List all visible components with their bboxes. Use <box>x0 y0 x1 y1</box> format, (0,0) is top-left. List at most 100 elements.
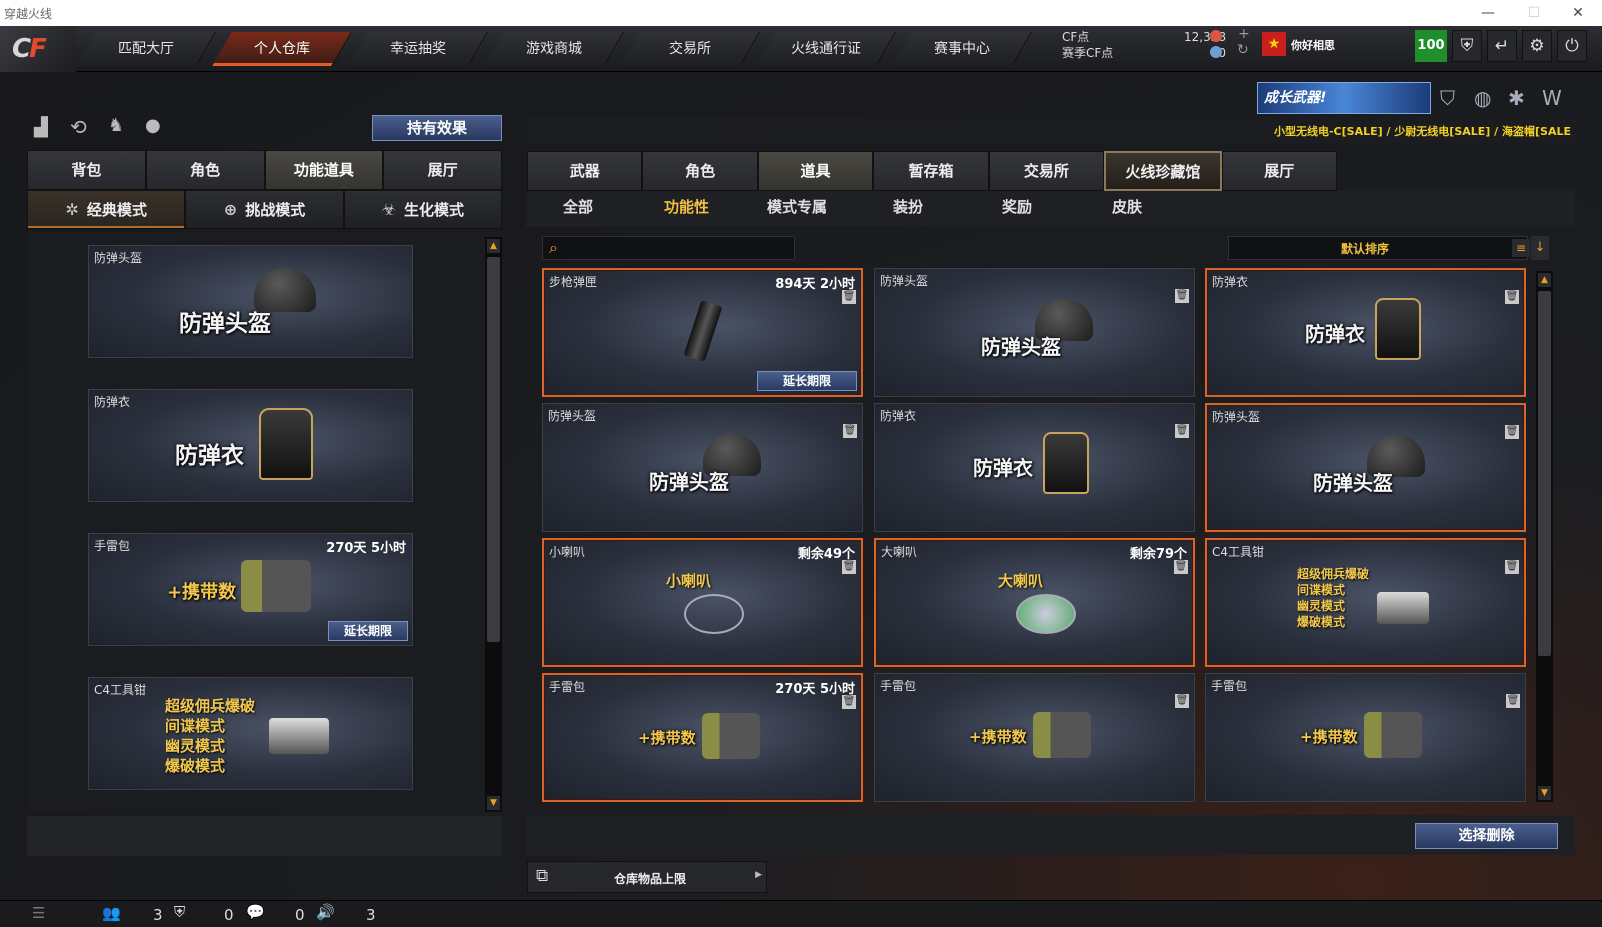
tab-showroom-right[interactable]: 展厅 <box>1221 151 1337 191</box>
trash-icon[interactable]: 🗑 <box>1505 425 1519 439</box>
expand-arrow-icon[interactable]: ▶ <box>755 870 762 880</box>
stats-icon[interactable]: ▟ <box>34 117 48 138</box>
trash-icon[interactable]: 🗑 <box>1175 289 1189 303</box>
item-card-helmet[interactable]: 防弹头盔 🗑 防弹头盔 <box>542 403 863 532</box>
grenade-icon[interactable]: ● <box>145 115 161 136</box>
menu-icon[interactable]: ☰ <box>32 904 45 922</box>
equip-slot-helmet[interactable]: 防弹头盔 防弹头盔 <box>88 245 413 358</box>
capacity-bar[interactable]: ⧉ 仓库物品上限 ▶ <box>527 861 767 893</box>
subtab-skin[interactable]: 皮肤 <box>1112 196 1142 217</box>
subtab-all[interactable]: 全部 <box>563 196 593 217</box>
left-scrollbar[interactable]: ▲ ▼ <box>485 237 502 812</box>
tab-showroom[interactable]: 展厅 <box>383 150 502 190</box>
scroll-up-icon[interactable]: ▲ <box>487 239 500 253</box>
scroll-thumb[interactable] <box>1538 291 1551 656</box>
nav-event-center[interactable]: 赛事中心 <box>892 32 1032 66</box>
mode-classic[interactable]: ✲ 经典模式 <box>27 190 186 229</box>
search-input[interactable] <box>571 239 791 257</box>
nav-battle-pass[interactable]: 火线通行证 <box>756 32 896 66</box>
maximize-icon[interactable]: ☐ <box>1512 0 1556 26</box>
item-card-rifle-mag[interactable]: 步枪弹匣 894天 2小时 🗑 延长期限 <box>542 268 863 397</box>
item-card-grenade-pack[interactable]: 手雷包 270天 5小时 🗑 +携带数 <box>542 673 863 802</box>
nav-game-mall[interactable]: 游戏商城 <box>484 32 624 66</box>
mode-challenge[interactable]: ⊕ 挑战模式 <box>185 190 344 229</box>
grenade-pack-icon <box>241 560 311 612</box>
item-card-big-horn[interactable]: 大喇叭 剩余79个 🗑 大喇叭 <box>874 538 1195 667</box>
extend-button[interactable]: 延长期限 <box>757 371 857 391</box>
nav-exchange[interactable]: 交易所 <box>620 32 760 66</box>
tab-weapons[interactable]: 武器 <box>527 151 643 191</box>
equip-slot-grenade-pack[interactable]: 手雷包 270天 5小时 +携带数 延长期限 <box>88 533 413 646</box>
minimize-icon[interactable]: — <box>1466 0 1510 26</box>
trash-icon[interactable]: 🗑 <box>842 560 856 574</box>
nav-lucky-draw[interactable]: 幸运抽奖 <box>348 32 488 66</box>
item-card-helmet[interactable]: 防弹头盔 🗑 防弹头盔 <box>1205 403 1526 532</box>
chat-icon[interactable]: 💬 <box>246 903 265 921</box>
item-card-vest[interactable]: 防弹衣 🗑 防弹衣 <box>874 403 1195 532</box>
tab-backpack[interactable]: 背包 <box>27 150 146 190</box>
scroll-down-icon[interactable]: ▼ <box>487 796 500 810</box>
subtab-mode-exclusive[interactable]: 模式专属 <box>767 196 827 217</box>
tab-items[interactable]: 道具 <box>757 151 874 191</box>
sort-dropdown[interactable]: 默认排序 ≡ <box>1228 236 1530 260</box>
trash-icon[interactable]: 🗑 <box>842 290 856 304</box>
settings-icon[interactable]: ⚙ <box>1522 30 1552 62</box>
tab-character[interactable]: 角色 <box>145 150 265 190</box>
history-icon[interactable]: ⟲ <box>70 115 87 139</box>
tank-icon[interactable]: ✱ <box>1508 86 1525 110</box>
clan-icon[interactable]: ⛨ <box>174 903 185 921</box>
item-card-helmet[interactable]: 防弹头盔 🗑 防弹头盔 <box>874 268 1195 397</box>
subtab-outfit[interactable]: 装扮 <box>893 196 923 217</box>
extend-button[interactable]: 延长期限 <box>328 621 408 641</box>
scroll-up-icon[interactable]: ▲ <box>1538 273 1551 287</box>
tab-functional-items[interactable]: 功能道具 <box>264 150 384 190</box>
badge-v-icon[interactable]: ⛉ <box>1440 86 1455 110</box>
item-card-vest[interactable]: 防弹衣 🗑 防弹衣 <box>1205 268 1526 397</box>
growth-weapon-banner[interactable]: 成长武器! <box>1257 82 1431 114</box>
trash-icon[interactable]: 🗑 <box>1506 694 1520 708</box>
scroll-down-icon[interactable]: ▼ <box>1538 786 1551 800</box>
sort-direction-icon[interactable]: ↓ <box>1531 236 1549 260</box>
trash-icon[interactable]: 🗑 <box>1174 560 1188 574</box>
effects-button[interactable]: 持有效果 <box>372 115 502 141</box>
tab-characters[interactable]: 角色 <box>642 151 758 191</box>
trash-icon[interactable]: 🗑 <box>842 695 856 709</box>
trash-icon[interactable]: 🗑 <box>1175 694 1189 708</box>
item-title: 防弹衣 <box>1212 275 1249 289</box>
power-icon[interactable]: ⏻ <box>1557 30 1587 62</box>
username[interactable]: 你好相思 <box>1291 37 1335 53</box>
add-icon[interactable]: + <box>1238 26 1250 42</box>
volume-icon[interactable]: 🔊 <box>316 903 335 921</box>
close-icon[interactable]: ✕ <box>1556 0 1600 26</box>
right-scrollbar[interactable]: ▲ ▼ <box>1536 271 1553 802</box>
equip-slot-vest[interactable]: 防弹衣 防弹衣 <box>88 389 413 502</box>
trash-icon[interactable]: 🗑 <box>1505 560 1519 574</box>
item-card-c4-tool[interactable]: C4工具钳 🗑 超级佣兵爆破 间谍模式 幽灵模式 爆破模式 <box>1205 538 1526 667</box>
equip-slot-c4-tool[interactable]: C4工具钳 超级佣兵爆破 间谍模式 幽灵模式 爆破模式 <box>88 677 413 790</box>
trash-icon[interactable]: 🗑 <box>843 424 857 438</box>
mode-zombie[interactable]: ☣ 生化模式 <box>343 190 502 229</box>
wings-icon[interactable]: W <box>1542 86 1562 110</box>
character-icon[interactable]: ♞ <box>108 115 124 136</box>
refresh-icon[interactable]: ↻ <box>1237 42 1249 58</box>
item-card-grenade-pack[interactable]: 手雷包 🗑 +携带数 <box>874 673 1195 802</box>
trash-icon[interactable]: 🗑 <box>1505 290 1519 304</box>
tab-exchange[interactable]: 交易所 <box>988 151 1105 191</box>
return-icon[interactable]: ↵ <box>1487 30 1517 62</box>
item-card-grenade-pack[interactable]: 手雷包 🗑 +携带数 <box>1205 673 1526 802</box>
friends-icon[interactable]: 👥 <box>102 904 121 922</box>
tab-storage[interactable]: 暂存箱 <box>873 151 989 191</box>
item-card-small-horn[interactable]: 小喇叭 剩余49个 🗑 小喇叭 <box>542 538 863 667</box>
subtab-functional[interactable]: 功能性 <box>664 196 709 217</box>
shield-icon[interactable]: ⛨ <box>1452 30 1482 62</box>
trash-icon[interactable]: 🗑 <box>1175 424 1189 438</box>
globe-icon[interactable]: ◍ <box>1474 86 1491 110</box>
subtab-reward[interactable]: 奖励 <box>1002 196 1032 217</box>
tab-collection[interactable]: 火线珍藏馆 <box>1104 151 1222 191</box>
sort-list-icon[interactable]: ≡ <box>1512 239 1530 257</box>
select-delete-button[interactable]: 选择删除 <box>1415 823 1558 849</box>
nav-personal-warehouse[interactable]: 个人仓库 <box>212 32 352 66</box>
nav-match-lobby[interactable]: 匹配大厅 <box>76 32 216 66</box>
scroll-thumb[interactable] <box>487 257 500 642</box>
search-icon: ⌕ <box>549 238 558 257</box>
